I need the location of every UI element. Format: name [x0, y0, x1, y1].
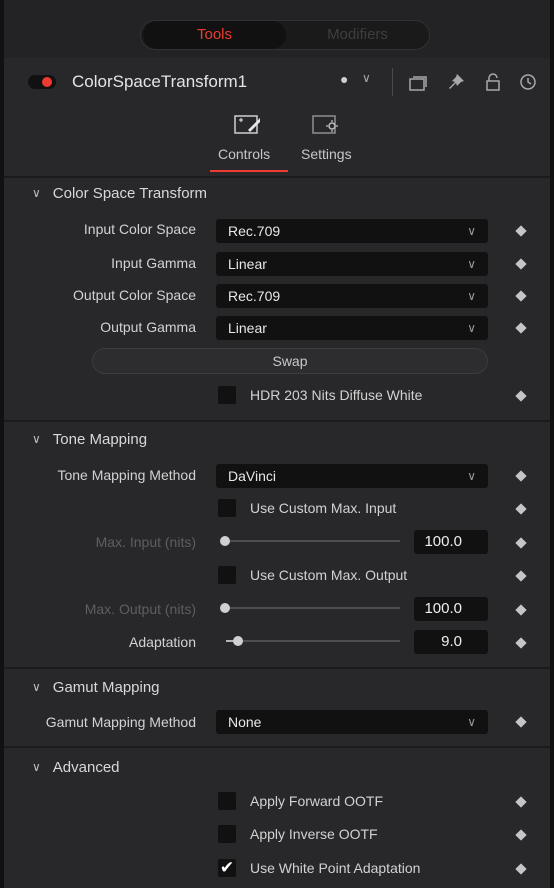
- tab-modifiers[interactable]: Modifiers: [286, 21, 429, 49]
- dropdown-value: None: [228, 714, 262, 730]
- section-title: Color Space Transform: [52, 185, 208, 202]
- input-color-space-dropdown[interactable]: Rec.709 ∨: [216, 219, 488, 243]
- tone-mapping-method-dropdown[interactable]: DaVinci ∨: [216, 464, 488, 488]
- max-input-slider-track[interactable]: [226, 540, 400, 542]
- hdr-diffuse-white-checkbox[interactable]: [218, 386, 236, 404]
- chevron-down-icon[interactable]: ∨: [362, 71, 371, 85]
- dropdown-value: Linear: [228, 256, 267, 272]
- chevron-down-icon: ∨: [32, 680, 41, 694]
- tab-controls[interactable]: Controls: [218, 146, 270, 162]
- dropdown-value: Linear: [228, 320, 267, 336]
- keyframe-diamond-icon[interactable]: [515, 604, 527, 616]
- tab-settings[interactable]: Settings: [301, 146, 352, 162]
- max-output-label: Max. Output (nits): [84, 601, 196, 617]
- tab-tools[interactable]: Tools: [143, 21, 286, 49]
- adaptation-slider-knob[interactable]: [233, 636, 243, 646]
- keyframe-diamond-icon[interactable]: [515, 503, 527, 515]
- keyframe-diamond-icon[interactable]: [515, 258, 527, 270]
- max-output-slider-track[interactable]: [226, 607, 400, 609]
- section-title: Advanced: [52, 759, 120, 776]
- chevron-down-icon: ∨: [467, 257, 476, 271]
- keyframe-diamond-icon[interactable]: [515, 225, 527, 237]
- adaptation-value-field[interactable]: 9.0: [414, 630, 488, 654]
- section-header-advanced[interactable]: ∨ Advanced: [32, 759, 120, 776]
- controls-icon[interactable]: [234, 114, 260, 134]
- chevron-down-icon: ∨: [467, 224, 476, 238]
- max-output-value-field[interactable]: 100.0: [414, 597, 488, 621]
- section-divider: [4, 176, 550, 178]
- reset-icon[interactable]: [518, 72, 538, 92]
- keyframe-diamond-icon[interactable]: [515, 537, 527, 549]
- active-tab-indicator: [210, 170, 288, 172]
- output-color-space-label: Output Color Space: [73, 287, 196, 303]
- use-white-point-adaptation-checkbox[interactable]: ✔: [218, 859, 236, 877]
- section-divider: [4, 667, 550, 669]
- adaptation-label: Adaptation: [129, 634, 196, 650]
- input-color-space-label: Input Color Space: [83, 221, 196, 237]
- section-header-tone-mapping[interactable]: ∨ Tone Mapping: [32, 431, 147, 448]
- chevron-down-icon: ∨: [467, 289, 476, 303]
- hdr-diffuse-white-label: HDR 203 Nits Diffuse White: [250, 387, 423, 403]
- use-custom-max-output-checkbox[interactable]: [218, 566, 236, 584]
- use-white-point-adaptation-label: Use White Point Adaptation: [250, 860, 421, 876]
- chevron-down-icon: ∨: [467, 715, 476, 729]
- tools-modifiers-switch: Tools Modifiers: [140, 20, 430, 50]
- output-gamma-dropdown[interactable]: Linear ∨: [216, 316, 488, 340]
- output-gamma-label: Output Gamma: [100, 319, 196, 335]
- chevron-down-icon: ∨: [467, 321, 476, 335]
- versions-icon[interactable]: [408, 74, 428, 92]
- use-custom-max-input-checkbox[interactable]: [218, 499, 236, 517]
- color-dot-icon[interactable]: ●: [340, 71, 348, 87]
- keyframe-diamond-icon[interactable]: [515, 863, 527, 875]
- keyframe-diamond-icon[interactable]: [515, 470, 527, 482]
- max-input-value-field[interactable]: 100.0: [414, 530, 488, 554]
- max-output-slider-knob[interactable]: [220, 603, 230, 613]
- use-custom-max-input-label: Use Custom Max. Input: [250, 500, 397, 516]
- output-color-space-dropdown[interactable]: Rec.709 ∨: [216, 284, 488, 308]
- swap-button[interactable]: Swap: [92, 348, 488, 374]
- keyframe-diamond-icon[interactable]: [515, 322, 527, 334]
- dropdown-value: Rec.709: [228, 223, 281, 239]
- apply-forward-ootf-checkbox[interactable]: [218, 792, 236, 810]
- keyframe-diamond-icon[interactable]: [515, 829, 527, 841]
- inspector-subtabs: [4, 106, 550, 174]
- keyframe-diamond-icon[interactable]: [515, 637, 527, 649]
- settings-icon[interactable]: [312, 114, 338, 134]
- use-custom-max-output-label: Use Custom Max. Output: [250, 567, 408, 583]
- chevron-down-icon: ∨: [467, 469, 476, 483]
- section-divider: [4, 746, 550, 748]
- header-divider: [392, 68, 393, 96]
- chevron-down-icon: ∨: [32, 760, 41, 774]
- gamut-mapping-method-label: Gamut Mapping Method: [45, 714, 196, 730]
- dropdown-value: DaVinci: [228, 468, 276, 484]
- tone-mapping-method-label: Tone Mapping Method: [57, 467, 196, 483]
- keyframe-diamond-icon[interactable]: [515, 796, 527, 808]
- power-toggle-icon[interactable]: [28, 75, 56, 89]
- inspector-panel: Tools Modifiers ColorSpaceTransform1 ● ∨…: [0, 0, 554, 888]
- section-title: Tone Mapping: [52, 431, 148, 448]
- max-input-slider-knob[interactable]: [220, 536, 230, 546]
- max-input-label: Max. Input (nits): [95, 534, 196, 550]
- gamut-mapping-method-dropdown[interactable]: None ∨: [216, 710, 488, 734]
- chevron-down-icon: ∨: [32, 432, 41, 446]
- keyframe-diamond-icon[interactable]: [515, 390, 527, 402]
- keyframe-diamond-icon[interactable]: [515, 570, 527, 582]
- keyframe-diamond-icon[interactable]: [515, 290, 527, 302]
- lock-icon[interactable]: [484, 72, 502, 92]
- dropdown-value: Rec.709: [228, 288, 281, 304]
- input-gamma-label: Input Gamma: [111, 255, 196, 271]
- section-header-gamut-mapping[interactable]: ∨ Gamut Mapping: [32, 679, 160, 696]
- apply-forward-ootf-label: Apply Forward OOTF: [250, 793, 384, 809]
- section-divider: [4, 420, 550, 422]
- apply-inverse-ootf-label: Apply Inverse OOTF: [250, 826, 378, 842]
- input-gamma-dropdown[interactable]: Linear ∨: [216, 252, 488, 276]
- keyframe-diamond-icon[interactable]: [515, 716, 527, 728]
- section-header-color-space-transform[interactable]: ∨ Color Space Transform: [32, 185, 207, 202]
- pin-icon[interactable]: [446, 72, 466, 92]
- chevron-down-icon: ∨: [32, 186, 41, 200]
- adaptation-slider-track[interactable]: [226, 640, 400, 642]
- section-title: Gamut Mapping: [52, 679, 160, 696]
- tool-title: ColorSpaceTransform1: [72, 72, 248, 91]
- apply-inverse-ootf-checkbox[interactable]: [218, 825, 236, 843]
